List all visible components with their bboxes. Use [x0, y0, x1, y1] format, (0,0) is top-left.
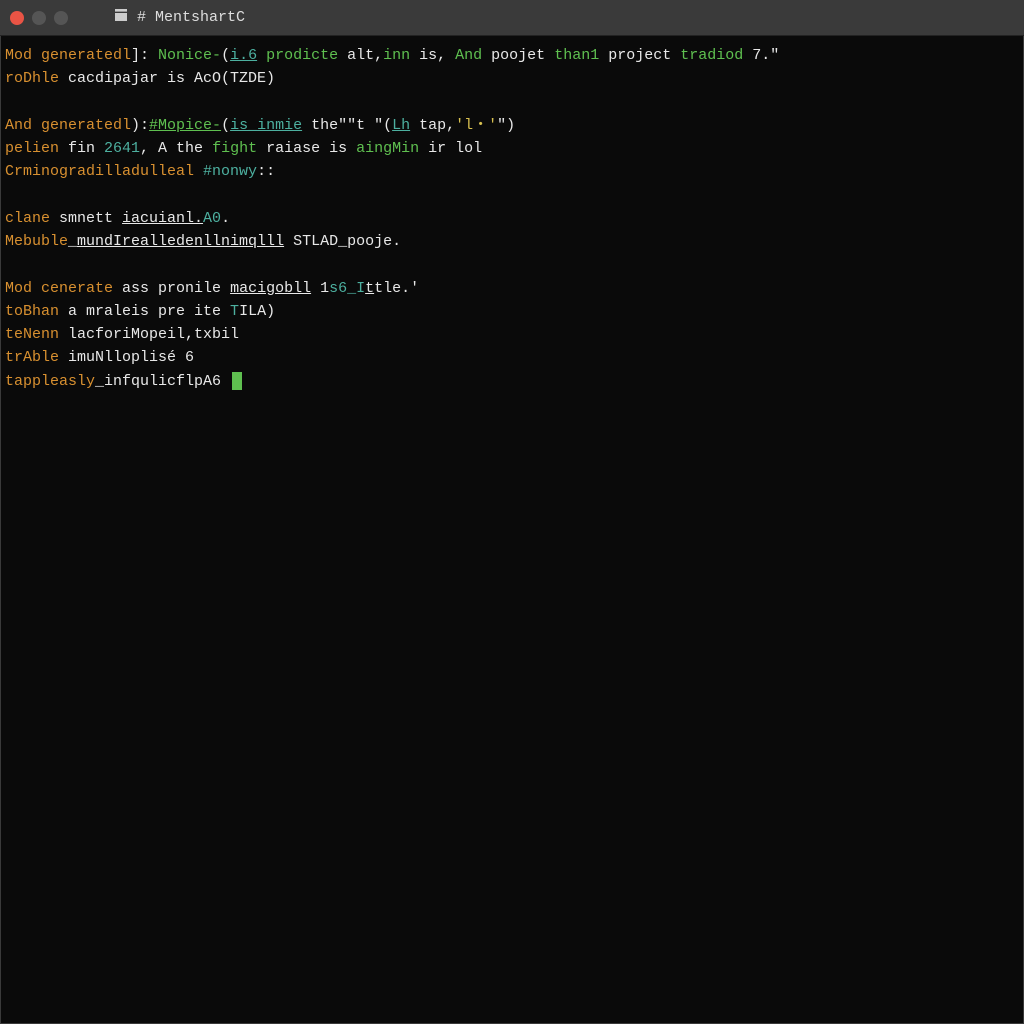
text-segment: , A the — [140, 140, 212, 157]
maximize-button[interactable] — [54, 11, 68, 25]
text-segment: t — [365, 280, 374, 297]
text-segment: a mraleis pre ite — [59, 303, 230, 320]
text-segment: ( — [221, 47, 230, 64]
text-segment: :: — [257, 163, 275, 180]
terminal-line: Crminogradilladulleal #nonwy:: — [5, 160, 1019, 183]
text-segment: smnett — [50, 210, 122, 227]
title-area: # MentshartC — [113, 7, 245, 28]
close-button[interactable] — [10, 11, 24, 25]
text-segment: ") — [497, 117, 515, 134]
window-controls — [10, 11, 68, 25]
text-segment: pelien — [5, 140, 59, 157]
terminal-line: Mebuble_mundIrealledenllnimqlll STLAD_po… — [5, 230, 1019, 253]
text-segment: cacdipajar is AcO(TZDE) — [59, 70, 275, 87]
terminal-line: teNenn lacforiMopeil,txbil — [5, 323, 1019, 346]
text-segment: tradiod — [680, 47, 743, 64]
text-segment: And — [446, 47, 482, 64]
text-segment: _infqulicflpA6 — [95, 373, 230, 390]
terminal-line: pelien fin 2641, A the fight raiase is a… — [5, 137, 1019, 160]
text-segment: tappleasly — [5, 373, 95, 390]
text-segment: 1 — [311, 280, 329, 297]
text-segment: lacforiMopeil,txbil — [59, 326, 239, 343]
text-segment: ( — [221, 117, 230, 134]
text-segment: . — [221, 210, 230, 227]
text-segment: Crminogradilladulleal — [5, 163, 194, 180]
text-segment: Mebuble — [5, 233, 68, 250]
titlebar: # MentshartC — [0, 0, 1024, 36]
text-segment: Mod generatedl — [5, 47, 131, 64]
text-segment: ass pronile — [113, 280, 230, 297]
window-title: # MentshartC — [137, 9, 245, 26]
text-segment: ]: — [131, 47, 149, 64]
terminal-line: toBhan a mraleis pre ite TILA) — [5, 300, 1019, 323]
terminal-line: clane smnett iacuianl.A0. — [5, 207, 1019, 230]
terminal-line: Mod cenerate ass pronile macigobll 1s6_I… — [5, 277, 1019, 300]
text-segment: fin — [59, 140, 104, 157]
terminal-line: tappleasly_infqulicflpA6 — [5, 370, 1019, 393]
text-segment: than1 — [554, 47, 599, 64]
text-segment: Mod cenerate — [5, 280, 113, 297]
text-segment: toBhan — [5, 303, 59, 320]
text-segment: A0 — [203, 210, 221, 227]
terminal-window: # MentshartC Mod generatedl]: Nonice-(i.… — [0, 0, 1024, 1024]
text-segment: 2641 — [104, 140, 140, 157]
terminal-line: Mod generatedl]: Nonice-(i.6 prodicte al… — [5, 44, 1019, 67]
text-segment: mundIrealledenllnimqlll — [77, 233, 284, 250]
text-segment: aingMin — [356, 140, 419, 157]
text-segment: STLAD_pooje. — [284, 233, 401, 250]
text-segment: #nonwy — [203, 163, 257, 180]
terminal-line: roDhle cacdipajar is AcO(TZDE) — [5, 67, 1019, 90]
cursor — [232, 372, 242, 390]
text-segment: raiase is — [257, 140, 356, 157]
terminal-line — [5, 253, 1019, 276]
text-segment: is_inmie — [230, 117, 302, 134]
text-segment: poojet — [482, 47, 554, 64]
text-segment: teNenn — [5, 326, 59, 343]
terminal-icon — [113, 7, 129, 28]
text-segment: is, — [410, 47, 446, 64]
text-segment: project — [599, 47, 680, 64]
text-segment: trAble — [5, 349, 59, 366]
text-segment: fight — [212, 140, 257, 157]
text-segment: 'l・' — [455, 117, 497, 134]
text-segment: i.6 — [230, 47, 257, 64]
text-segment: And generatedl — [5, 117, 131, 134]
terminal-body[interactable]: Mod generatedl]: Nonice-(i.6 prodicte al… — [0, 36, 1024, 1024]
text-segment: macigobll — [230, 280, 311, 297]
text-segment: the""t "( — [302, 117, 392, 134]
terminal-line: trAble imuNlloplisé 6 — [5, 346, 1019, 369]
terminal-line: And generatedl):#Mopice-(is_inmie the""t… — [5, 114, 1019, 137]
terminal-line — [5, 91, 1019, 114]
minimize-button[interactable] — [32, 11, 46, 25]
text-segment: #Mopice- — [149, 117, 221, 134]
text-segment: ILA) — [239, 303, 275, 320]
text-segment: ): — [131, 117, 149, 134]
text-segment: _ — [68, 233, 77, 250]
text-segment: 7." — [743, 47, 779, 64]
terminal-line — [5, 184, 1019, 207]
text-segment: Nonice- — [149, 47, 221, 64]
text-segment: imuNlloplisé 6 — [59, 349, 194, 366]
text-segment: roDhle — [5, 70, 59, 87]
text-segment: alt, — [338, 47, 383, 64]
text-segment — [194, 163, 203, 180]
text-segment: Lh — [392, 117, 410, 134]
text-segment: s6_I — [329, 280, 365, 297]
text-segment: T — [230, 303, 239, 320]
text-segment: prodicte — [257, 47, 338, 64]
text-segment: iacuianl. — [122, 210, 203, 227]
text-segment: tap, — [410, 117, 455, 134]
text-segment: tle.' — [374, 280, 419, 297]
text-segment: ir lol — [419, 140, 482, 157]
text-segment: inn — [383, 47, 410, 64]
text-segment: clane — [5, 210, 50, 227]
